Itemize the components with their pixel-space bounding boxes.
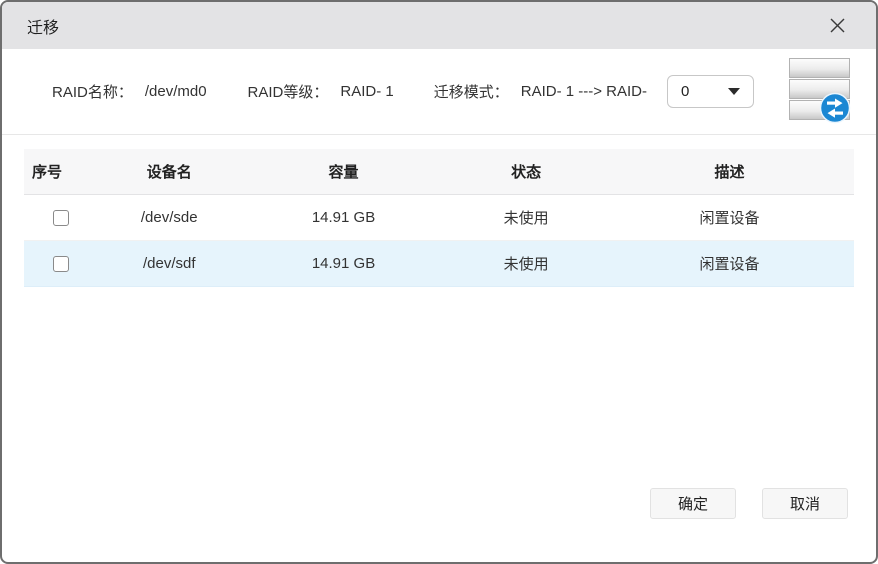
raid-level-label: RAID等级： <box>247 84 329 101</box>
header-description: 描述 <box>604 149 854 195</box>
disk-stack-transfer-icon <box>788 57 854 130</box>
row-checkbox[interactable] <box>53 210 70 227</box>
raid-name-group: RAID名称： /dev/md0 <box>52 81 207 102</box>
cell-description: 闲置设备 <box>604 240 854 287</box>
chevron-down-icon <box>728 88 741 95</box>
raid-level-value: RAID- 1 <box>340 83 394 100</box>
header-device: 设备名 <box>98 149 240 195</box>
raid-level-group: RAID等级： RAID- 1 <box>248 81 394 102</box>
dialog-footer: 确定 取消 <box>650 488 848 519</box>
raid-name-label: RAID名称： <box>52 84 133 101</box>
table-row[interactable]: /dev/sde 14.91 GB 未使用 闲置设备 <box>24 194 854 241</box>
cell-capacity: 14.91 GB <box>239 194 448 241</box>
table-header-row: 序号 设备名 容量 状态 描述 <box>24 149 854 195</box>
migration-dialog: 迁移 RAID名称： /dev/md0 RAID等级： RAID- 1 迁移模式… <box>0 0 878 564</box>
cell-status: 未使用 <box>447 240 605 287</box>
device-table: 序号 设备名 容量 状态 描述 /dev/sde 14.91 GB 未使用 闲置… <box>24 149 854 287</box>
dialog-titlebar: 迁移 <box>2 2 876 49</box>
row-checkbox[interactable] <box>53 256 70 273</box>
raid-level-select[interactable]: 0 <box>667 75 755 108</box>
raid-name-value: /dev/md0 <box>144 83 207 100</box>
header-index: 序号 <box>24 149 99 195</box>
header-capacity: 容量 <box>239 149 448 195</box>
cell-device: /dev/sde <box>98 194 240 241</box>
cell-device: /dev/sdf <box>98 240 240 287</box>
cell-status: 未使用 <box>447 194 605 241</box>
cancel-button[interactable]: 取消 <box>762 488 848 519</box>
ok-button[interactable]: 确定 <box>650 488 736 519</box>
migration-mode-label: 迁移模式： <box>433 84 509 101</box>
migration-mode-group: 迁移模式： RAID- 1 ---> RAID- <box>434 81 647 102</box>
close-icon[interactable] <box>828 17 846 35</box>
raid-level-select-value: 0 <box>681 83 690 100</box>
header-status: 状态 <box>447 149 605 195</box>
migration-mode-value: RAID- 1 ---> RAID- <box>520 83 648 100</box>
cell-capacity: 14.91 GB <box>239 240 448 287</box>
cell-description: 闲置设备 <box>604 194 854 241</box>
dialog-title: 迁移 <box>27 19 60 37</box>
table-row[interactable]: /dev/sdf 14.91 GB 未使用 闲置设备 <box>24 240 854 287</box>
raid-info-bar: RAID名称： /dev/md0 RAID等级： RAID- 1 迁移模式： R… <box>2 49 876 135</box>
